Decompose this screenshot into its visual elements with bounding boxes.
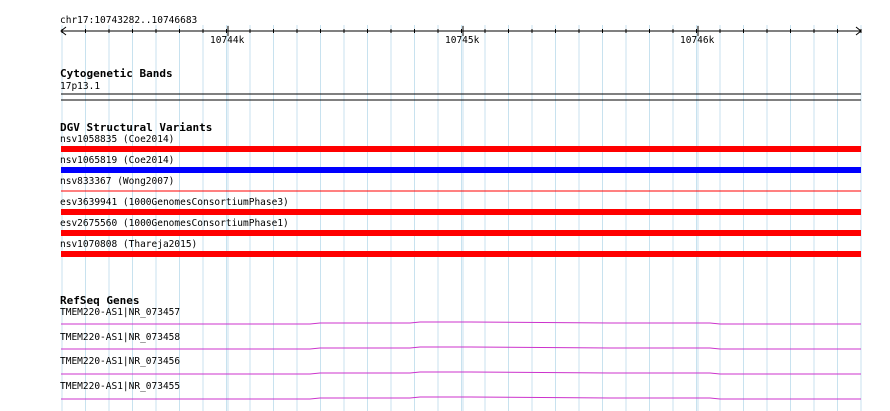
ruler-tick-label: 10746k [680, 35, 715, 46]
dgv-feature-bar [61, 167, 861, 173]
region-label: chr17:10743282..10746683 [60, 15, 198, 26]
gene-label[interactable]: TMEM220-AS1|NR_073455 [60, 381, 180, 392]
gene-label[interactable]: TMEM220-AS1|NR_073457 [60, 307, 180, 318]
dgv-feature-label[interactable]: esv2675560 (1000GenomesConsortiumPhase1) [60, 218, 289, 229]
gene-label[interactable]: TMEM220-AS1|NR_073458 [60, 332, 180, 343]
dgv-feature-label[interactable]: esv3639941 (1000GenomesConsortiumPhase3) [60, 197, 289, 208]
dgv-feature-bar [61, 209, 861, 215]
genome-browser-view[interactable]: chr17:10743282..10746683 10744k 10745k 1… [0, 0, 890, 411]
dgv-feature-bar [61, 251, 861, 257]
dgv-feature-bar [61, 146, 861, 152]
dgv-track-title: DGV Structural Variants [60, 121, 213, 134]
gene-label[interactable]: TMEM220-AS1|NR_073456 [60, 356, 180, 367]
dgv-feature-label[interactable]: nsv1065819 (Coe2014) [60, 155, 174, 166]
dgv-feature-label[interactable]: nsv833367 (Wong2007) [60, 176, 174, 187]
dgv-feature-label[interactable]: nsv1058835 (Coe2014) [60, 134, 174, 145]
dgv-feature-bar [61, 230, 861, 236]
ruler-tick-label: 10745k [445, 35, 480, 46]
ruler-tick-label: 10744k [210, 35, 245, 46]
cytoband-label: 17p13.1 [60, 81, 101, 92]
dgv-feature-label[interactable]: nsv1070808 (Thareja2015) [60, 239, 197, 250]
cytoband-track-title: Cytogenetic Bands [60, 67, 173, 80]
refseq-track-title: RefSeq Genes [60, 294, 140, 307]
